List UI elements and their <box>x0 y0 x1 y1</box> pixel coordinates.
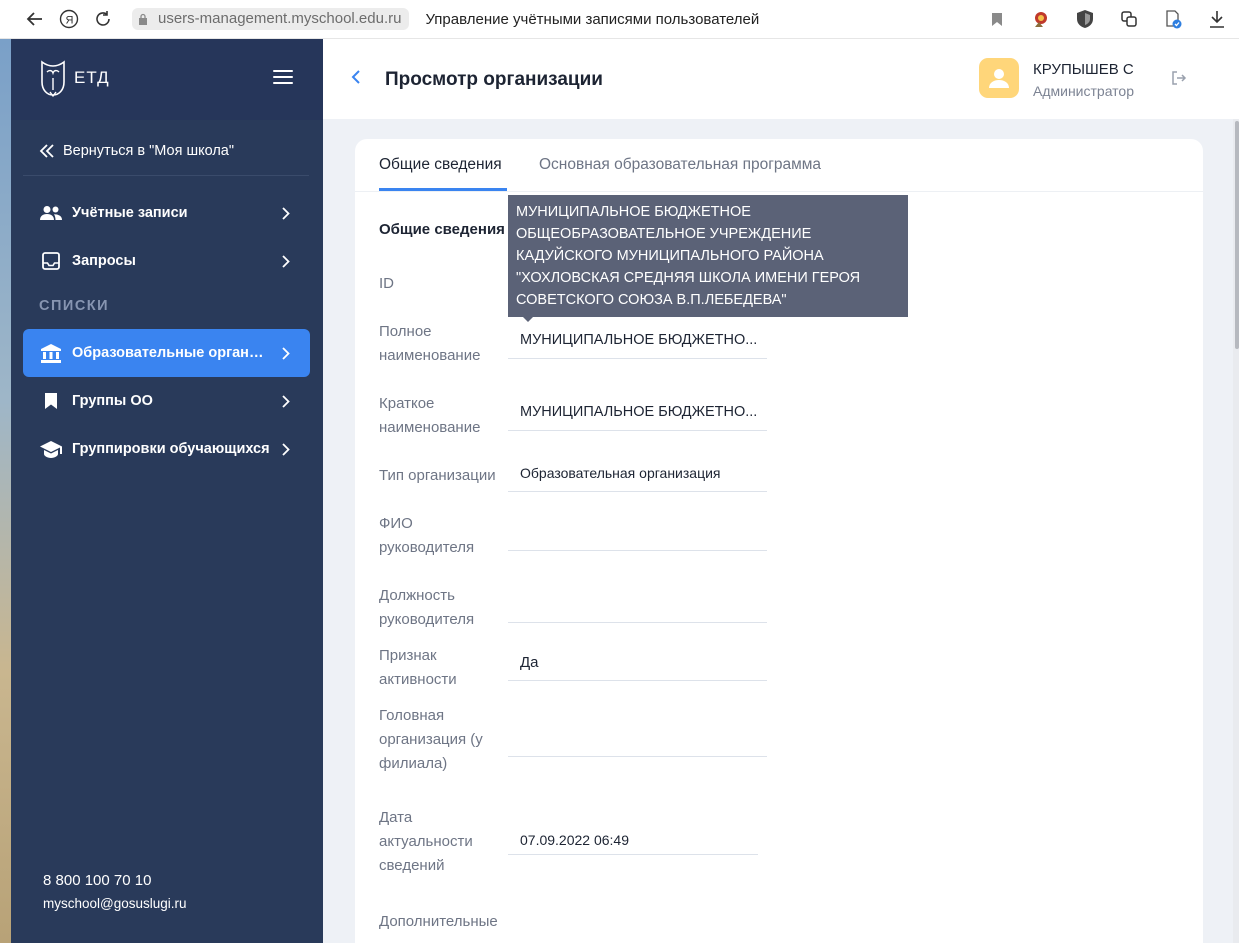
section-title: Общие сведения <box>379 221 505 238</box>
tooltip-arrow <box>522 316 534 322</box>
field-value-active-flag: Да <box>508 654 767 681</box>
sidebar-item-accounts[interactable]: Учётные записи <box>23 189 310 237</box>
tab-general-info[interactable]: Общие сведения <box>379 156 502 174</box>
collections-button[interactable] <box>1113 2 1145 36</box>
users-icon <box>40 202 62 224</box>
field-label-director-name: ФИО руководителя <box>379 515 475 556</box>
bookmark-icon <box>40 390 62 412</box>
downloads-button[interactable] <box>1201 2 1233 36</box>
field-label-full-name: Полное наименование <box>379 323 481 364</box>
sidebar-header: ЕТД <box>11 39 323 120</box>
graduation-cap-icon <box>40 438 62 460</box>
user-name: КРУПЫШЕВ С <box>1033 61 1134 78</box>
svg-text:Я: Я <box>66 15 74 27</box>
document-check-icon <box>1166 10 1182 29</box>
field-value-director-name <box>508 524 767 551</box>
sidebar-item-organizations[interactable]: Образовательные организации <box>23 329 310 377</box>
field-label-active-flag: Признак активности <box>379 647 457 688</box>
collections-icon <box>1121 11 1137 27</box>
field-value-data-date: 07.09.2022 06:49 <box>508 832 758 855</box>
reload-button[interactable] <box>86 2 120 36</box>
tab-education-program[interactable]: Основная образовательная программа <box>539 156 821 174</box>
chevron-right-icon <box>272 206 300 220</box>
back-link-label: Вернуться в "Моя школа" <box>63 143 235 159</box>
field-label-director-position: Должность руководителя <box>379 587 475 628</box>
lock-icon <box>132 8 154 30</box>
sidebar: ЕТД Вернуться в "Моя школа" Учётные запи… <box>11 39 323 943</box>
inbox-icon <box>40 250 62 272</box>
sidebar-item-label: Учётные записи <box>72 205 188 221</box>
shield-icon <box>1077 10 1093 28</box>
sidebar-divider <box>23 175 309 176</box>
url-text[interactable]: users-management.myschool.edu.ru <box>154 8 410 30</box>
sidebar-item-label: Образовательные организации <box>72 345 272 361</box>
page-header: Просмотр организации КРУПЫШЕВ С Админист… <box>323 39 1239 119</box>
field-value-full-name[interactable]: МУНИЦИПАЛЬНОЕ БЮДЖЕТНО... <box>508 332 767 359</box>
avatar[interactable] <box>979 58 1019 98</box>
support-email[interactable]: myschool@gosuslugi.ru <box>43 896 187 911</box>
sidebar-item-student-groupings[interactable]: Группировки обучающихся <box>23 425 310 473</box>
full-name-tooltip: МУНИЦИПАЛЬНОЕ БЮДЖЕТНОЕ ОБЩЕОБРАЗОВАТЕЛЬ… <box>508 195 908 317</box>
reload-icon <box>96 11 110 26</box>
shield-extension-button[interactable] <box>1069 2 1101 36</box>
yandex-button[interactable]: Я <box>52 2 86 36</box>
double-chevron-left-icon <box>39 144 54 158</box>
field-value-parent-org <box>508 730 767 757</box>
field-value-org-type: Образовательная организация <box>508 465 767 492</box>
field-label-short-name: Краткое наименование <box>379 395 481 436</box>
scrollbar-thumb[interactable] <box>1235 121 1239 349</box>
back-button[interactable] <box>351 67 361 90</box>
field-label-org-type: Тип организации <box>379 467 496 484</box>
bookmark-button[interactable] <box>981 2 1013 36</box>
sidebar-item-label: Группировки обучающихся <box>72 441 270 457</box>
sidebar-item-requests[interactable]: Запросы <box>23 237 310 285</box>
logout-icon <box>1172 71 1187 85</box>
yandex-icon: Я <box>59 9 79 29</box>
desktop-background-strip <box>0 39 11 943</box>
menu-toggle-button[interactable] <box>273 70 293 86</box>
sidebar-section-title: СПИСКИ <box>39 298 110 314</box>
logo[interactable]: ЕТД <box>38 58 110 98</box>
browser-back-button[interactable] <box>18 2 52 36</box>
sidebar-item-label: Группы ОО <box>72 393 153 409</box>
field-value-short-name[interactable]: МУНИЦИПАЛЬНОЕ БЮДЖЕТНО... <box>508 404 767 431</box>
institution-icon <box>40 342 62 364</box>
browser-toolbar: Я users-management.myschool.edu.ru Управ… <box>0 0 1239 39</box>
field-label-parent-org: Головная организация (у филиала) <box>379 707 483 772</box>
back-to-school-link[interactable]: Вернуться в "Моя школа" <box>39 143 234 159</box>
address-bar[interactable]: users-management.myschool.edu.ru <box>132 6 410 32</box>
field-label-data-date: Дата актуальности сведений <box>379 809 473 874</box>
chevron-right-icon <box>272 394 300 408</box>
tabs-bar: Общие сведения Основная образовательная … <box>355 139 1203 192</box>
owl-logo-icon <box>41 60 65 98</box>
page-title: Просмотр организации <box>385 69 603 90</box>
field-label-id: ID <box>379 275 394 292</box>
download-icon <box>1210 11 1224 28</box>
sidebar-item-groups[interactable]: Группы ОО <box>23 377 310 425</box>
chevron-right-icon <box>272 254 300 268</box>
active-tab-indicator <box>379 188 507 191</box>
sidebar-item-label: Запросы <box>72 253 136 269</box>
support-phone: 8 800 100 70 10 <box>43 872 152 889</box>
bookmark-icon <box>992 12 1002 26</box>
page-tab-title: Управление учётными записями пользовател… <box>425 10 760 28</box>
field-label-additional: Дополнительные <box>379 913 498 930</box>
logo-text: ЕТД <box>74 68 110 87</box>
document-status-button[interactable] <box>1157 2 1189 36</box>
logout-button[interactable] <box>1171 70 1187 91</box>
chevron-left-icon <box>351 70 360 84</box>
chevron-right-icon <box>272 346 300 360</box>
extension-button-1[interactable] <box>1025 2 1057 36</box>
chevron-right-icon <box>272 442 300 456</box>
arrow-left-icon <box>26 12 42 26</box>
user-icon <box>989 69 1009 88</box>
extension-icon <box>1035 12 1047 27</box>
field-value-director-position <box>508 596 767 623</box>
user-role: Администратор <box>1033 83 1135 99</box>
